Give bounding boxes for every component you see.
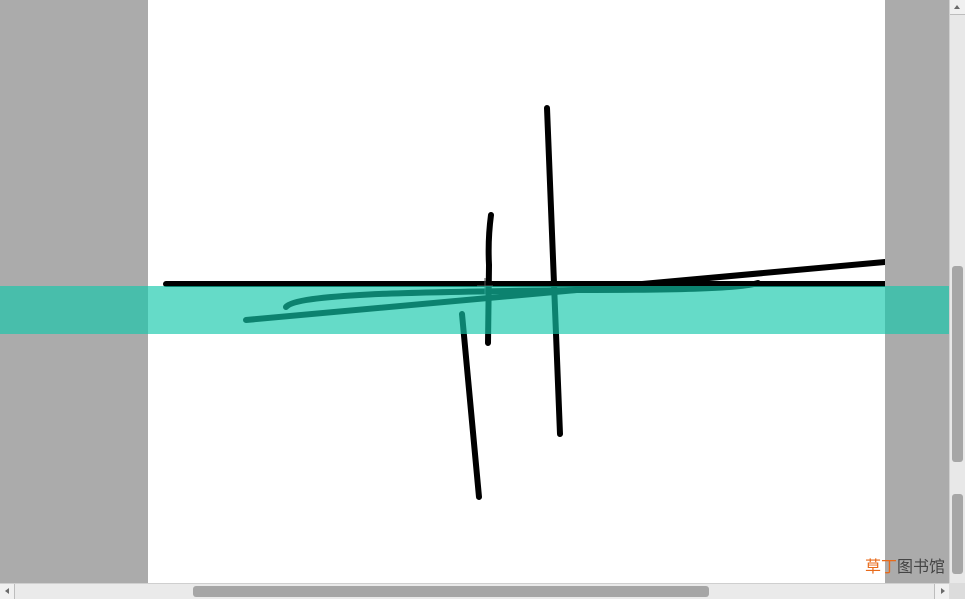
stroke-slanted-lower — [459, 311, 482, 500]
stroke-vertical-short — [485, 212, 494, 346]
scrollbar-corner — [949, 583, 965, 599]
watermark-text: 草丁图书馆 — [865, 553, 945, 577]
scroll-left-arrow-icon[interactable] — [0, 584, 15, 599]
horizontal-scroll-thumb[interactable] — [193, 586, 709, 597]
scroll-right-arrow-icon[interactable] — [934, 584, 949, 599]
horizontal-scrollbar[interactable] — [0, 583, 949, 599]
vertical-scroll-thumb[interactable] — [952, 266, 963, 462]
vertical-scrollbar[interactable] — [949, 0, 965, 583]
drawing-canvas[interactable] — [148, 0, 885, 583]
scroll-up-arrow-icon[interactable] — [950, 0, 965, 15]
watermark-rest: 图书馆 — [897, 557, 946, 576]
ink-strokes[interactable] — [148, 0, 885, 583]
vertical-scroll-thumb-secondary[interactable] — [952, 494, 963, 574]
drawing-viewport[interactable] — [0, 0, 949, 583]
stroke-vertical-tall — [544, 105, 563, 437]
watermark-accent: 草丁 — [865, 557, 898, 576]
